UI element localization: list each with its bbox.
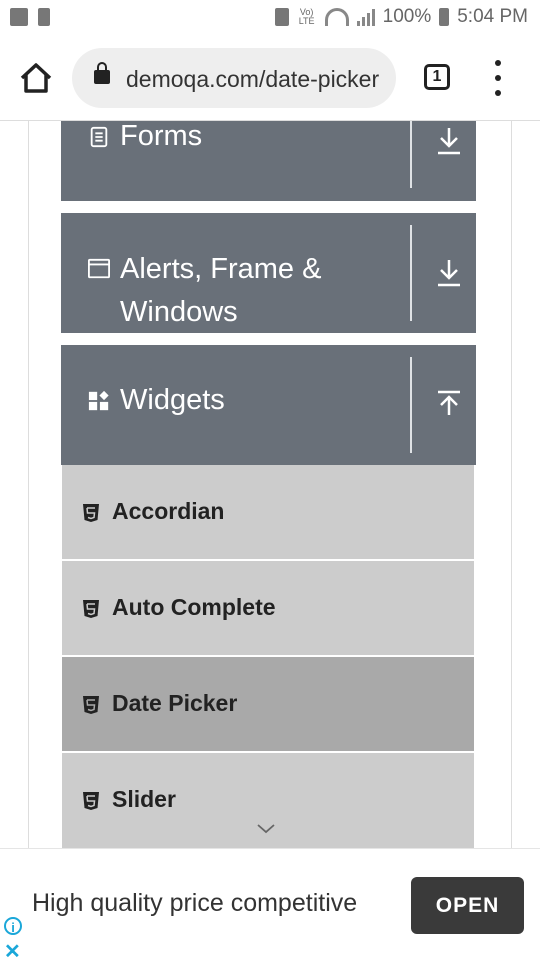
ad-text[interactable]: High quality price competitive [32, 889, 357, 918]
ad-open-button[interactable]: OPEN [411, 877, 524, 934]
menu-item-label: Accordian [112, 498, 225, 524]
person-icon [38, 8, 50, 26]
menu-item-date-picker[interactable]: Date Picker [62, 657, 474, 753]
group-header-forms[interactable]: Forms [61, 121, 476, 201]
battery-percent: 100% [382, 6, 432, 27]
voicemail-icon [10, 8, 28, 26]
html5-icon [83, 504, 99, 522]
page-content: Forms Alerts, Frame & Windows Widgets Ac… [0, 121, 540, 848]
html5-icon [83, 792, 99, 810]
clock: 5:04 PM [457, 6, 528, 27]
signal-icon [356, 8, 375, 26]
group-divider [410, 121, 412, 188]
url-text[interactable]: demoqa.com/date-picker [126, 66, 384, 93]
group-label-alerts-line1: Alerts, Frame & [120, 253, 322, 285]
status-indicators: Vo) LTE 100% 5:04 PM [274, 6, 528, 28]
volte-indicator: Vo) LTE [298, 7, 315, 26]
card-border-left [28, 121, 29, 848]
document-icon [90, 126, 108, 148]
group-label-alerts: Alerts, Frame & Windows [120, 248, 321, 334]
html5-icon [83, 600, 99, 618]
lock-icon [94, 62, 110, 84]
card-border-right [511, 121, 512, 848]
battery-icon [439, 8, 450, 26]
browser-toolbar: demoqa.com/date-picker 1 [0, 36, 540, 121]
more-vert-icon[interactable] [490, 60, 506, 96]
ad-banner[interactable]: High quality price competitive OPEN i ✕ [0, 848, 540, 964]
group-divider [410, 357, 412, 453]
data-saver-icon [274, 8, 289, 26]
address-bar[interactable]: demoqa.com/date-picker [72, 48, 396, 108]
menu-item-label: Date Picker [112, 690, 238, 716]
group-label-forms: Forms [120, 121, 203, 152]
html5-icon [83, 696, 99, 714]
menu-item-accordian[interactable]: Accordian [62, 465, 474, 561]
upload-icon[interactable] [436, 389, 462, 419]
menu-item-label: Slider [112, 786, 176, 812]
notification-icons [10, 8, 50, 26]
group-label-alerts-line2: Windows [120, 296, 238, 328]
status-bar: Vo) LTE 100% 5:04 PM [0, 0, 540, 36]
group-header-widgets[interactable]: Widgets [61, 345, 476, 465]
info-icon[interactable]: i [4, 917, 22, 935]
widgets-icon [88, 390, 109, 411]
download-icon[interactable] [436, 258, 462, 288]
chevron-down-icon[interactable] [256, 823, 276, 835]
window-icon [88, 258, 110, 279]
group-header-alerts[interactable]: Alerts, Frame & Windows [61, 213, 476, 333]
home-icon[interactable] [18, 60, 54, 96]
wifi-icon [324, 8, 349, 26]
close-icon[interactable]: ✕ [4, 939, 21, 964]
tab-switcher-icon[interactable]: 1 [424, 64, 450, 90]
download-icon[interactable] [436, 126, 462, 156]
group-label-widgets: Widgets [120, 384, 225, 416]
group-divider [410, 225, 412, 321]
menu-item-label: Auto Complete [112, 594, 276, 620]
menu-item-auto-complete[interactable]: Auto Complete [62, 561, 474, 657]
